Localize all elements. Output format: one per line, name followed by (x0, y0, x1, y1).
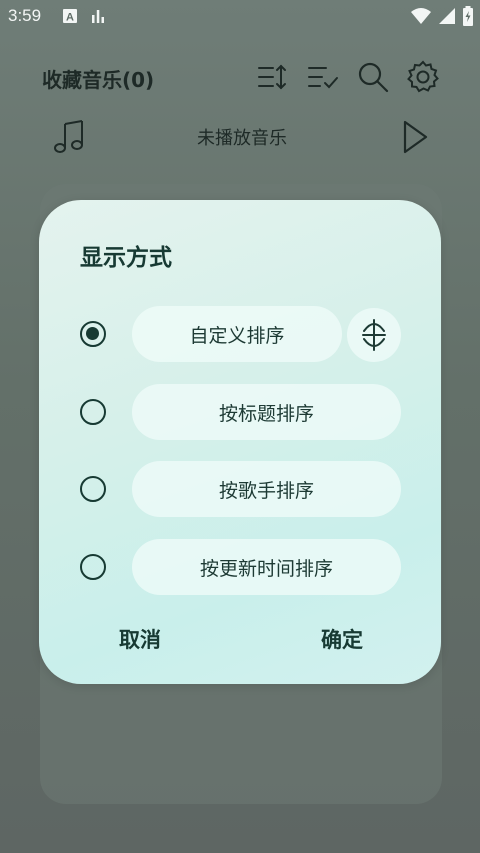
option-title-sort[interactable]: 按标题排序 (39, 384, 441, 440)
equalizer-icon (90, 8, 106, 28)
option-label[interactable]: 按歌手排序 (132, 461, 401, 517)
sort-direction-icon[interactable] (347, 308, 401, 362)
accessibility-icon: A (62, 8, 78, 28)
page-title: 收藏音乐(0) (42, 68, 155, 92)
radio-update-time-sort[interactable] (80, 554, 106, 580)
play-icon[interactable] (398, 118, 432, 156)
dialog-title: 显示方式 (80, 245, 172, 271)
search-icon[interactable] (356, 60, 390, 94)
radio-custom-sort[interactable] (80, 321, 106, 347)
svg-text:A: A (66, 12, 74, 24)
display-mode-dialog: 显示方式 自定义排序 按标题排序 按歌手排序 按更新时间排序 取消 确定 (39, 200, 441, 684)
multi-select-icon[interactable] (306, 60, 340, 94)
radio-title-sort[interactable] (80, 399, 106, 425)
confirm-button[interactable]: 确定 (321, 624, 363, 654)
settings-icon[interactable] (406, 60, 440, 94)
option-label[interactable]: 按更新时间排序 (132, 539, 401, 595)
option-label[interactable]: 按标题排序 (132, 384, 401, 440)
cancel-button[interactable]: 取消 (119, 624, 161, 654)
option-update-time-sort[interactable]: 按更新时间排序 (39, 539, 441, 595)
status-bar: 3:59 A (0, 0, 480, 34)
option-custom-sort[interactable]: 自定义排序 (39, 306, 441, 362)
status-time: 3:59 (8, 6, 42, 25)
battery-charging-icon (462, 6, 474, 30)
option-artist-sort[interactable]: 按歌手排序 (39, 461, 441, 517)
option-label[interactable]: 自定义排序 (132, 306, 342, 362)
sort-order-icon[interactable] (256, 60, 290, 94)
signal-icon (438, 7, 456, 29)
wifi-icon (410, 7, 432, 29)
radio-artist-sort[interactable] (80, 476, 106, 502)
